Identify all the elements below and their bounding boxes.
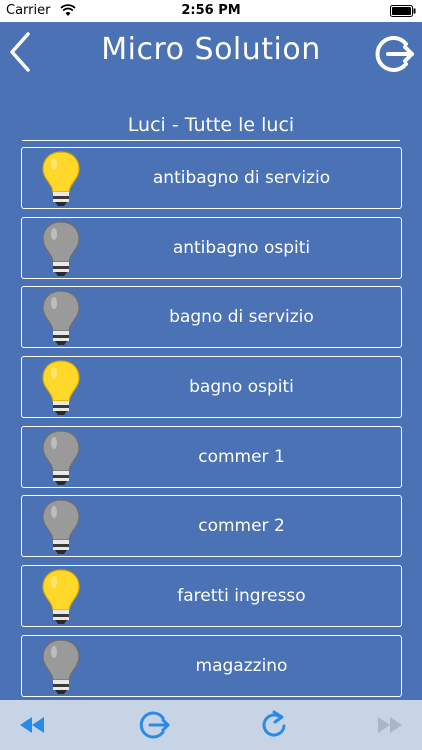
light-bulb-icon — [42, 151, 80, 206]
light-name: antibagno ospiti — [172, 237, 311, 258]
clock: 2:56 PM — [181, 3, 241, 18]
lights-list: antibagno di servizio antibagno ospiti bag… — [21, 147, 402, 705]
bottom-toolbar — [0, 700, 422, 750]
status-bar: Carrier 2:56 PM — [0, 0, 422, 22]
fast-forward-icon — [378, 717, 402, 733]
logout-toolbar-button[interactable] — [138, 709, 170, 741]
fast-forward-button[interactable] — [374, 709, 406, 741]
nav-header: Micro Solution — [0, 22, 422, 84]
back-button[interactable] — [6, 30, 36, 74]
rewind-button[interactable] — [16, 709, 48, 741]
light-name: faretti ingresso — [177, 586, 306, 607]
refresh-button[interactable] — [258, 709, 290, 741]
section-title: Luci - Tutte le luci — [127, 114, 295, 136]
light-bulb-icon — [42, 360, 80, 416]
light-name: commer 1 — [198, 446, 285, 467]
light-name: magazzino — [195, 655, 288, 676]
light-name: bagno di servizio — [169, 307, 314, 328]
light-row[interactable]: magazzino — [21, 634, 402, 697]
light-bulb-icon — [42, 569, 80, 625]
light-name: commer 2 — [198, 516, 285, 537]
light-row[interactable]: bagno ospiti — [21, 356, 402, 419]
section-divider — [22, 140, 400, 141]
app-title: Micro Solution — [101, 32, 321, 67]
light-row[interactable]: faretti ingresso — [21, 565, 402, 628]
light-name: bagno ospiti — [189, 377, 294, 398]
light-bulb-icon — [42, 430, 80, 485]
light-bulb-icon — [42, 290, 80, 346]
light-name: antibagno di servizio — [152, 168, 331, 188]
battery-icon — [390, 5, 416, 17]
light-row[interactable]: commer 1 — [21, 425, 402, 488]
light-row[interactable]: bagno di servizio — [21, 286, 402, 349]
light-row[interactable]: antibagno ospiti — [21, 216, 402, 279]
logout-icon — [139, 711, 170, 739]
light-bulb-icon — [42, 639, 80, 694]
light-bulb-icon — [42, 221, 80, 276]
rewind-icon — [20, 717, 44, 733]
light-row[interactable]: commer 2 — [21, 495, 402, 558]
logout-button[interactable] — [372, 32, 416, 76]
refresh-icon — [262, 710, 286, 737]
chevron-left-icon — [10, 32, 30, 72]
light-row[interactable]: antibagno di servizio — [21, 147, 402, 209]
logout-icon — [375, 36, 414, 72]
light-bulb-icon — [42, 499, 80, 555]
